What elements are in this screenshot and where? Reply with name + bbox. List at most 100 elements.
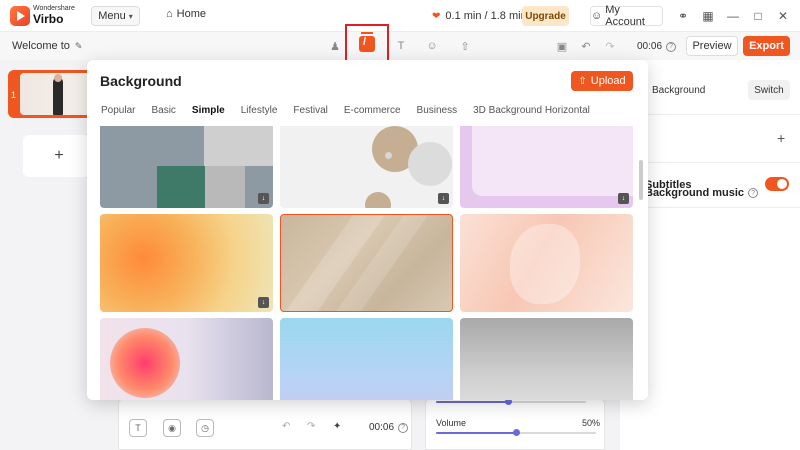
volume-slider[interactable] <box>436 429 596 436</box>
background-tile[interactable] <box>280 318 453 400</box>
upgrade-button[interactable]: Upgrade <box>522 6 569 26</box>
headset-icon[interactable]: ⚭ <box>675 8 691 24</box>
tile-shape <box>365 192 391 208</box>
background-tile-selected[interactable] <box>280 214 453 312</box>
script-redo-icon[interactable]: ↷ <box>307 421 315 432</box>
category-tab-popular[interactable]: Popular <box>101 105 135 116</box>
tile-shape <box>157 166 205 208</box>
background-tile[interactable]: ↓ <box>100 126 273 208</box>
audio-controls: Volume 50% <box>425 398 605 450</box>
script-undo-icon[interactable]: ↶ <box>282 421 290 432</box>
project-title-text: Welcome to <box>12 40 70 52</box>
background-dialog: Background ⇧ Upload Popular Basic Simple Li… <box>87 60 648 400</box>
pause-timer-icon[interactable]: ◷ <box>196 419 214 437</box>
brand-main: Virbo <box>33 12 64 26</box>
magic-wand-icon[interactable]: ✦ <box>333 421 341 432</box>
tile-shape <box>204 126 273 166</box>
duration-text: 00:06 <box>637 41 663 52</box>
grid-apps-icon[interactable]: ▦ <box>700 8 716 24</box>
volume-slider-handle[interactable] <box>513 429 520 436</box>
menu-button[interactable]: Menu ▾ <box>91 6 140 26</box>
preview-button[interactable]: Preview <box>686 36 738 56</box>
tile-shape <box>408 142 452 186</box>
subtitles-toggle[interactable] <box>765 177 789 191</box>
virbo-logo-icon <box>10 6 30 26</box>
credits-text: 0.1 min / 1.8 min <box>445 10 527 22</box>
menu-label: Menu <box>98 10 126 22</box>
undo-icon[interactable]: ↶ <box>577 37 595 55</box>
grid-scrollbar[interactable] <box>639 160 643 200</box>
download-icon[interactable]: ↓ <box>258 297 269 308</box>
rename-icon[interactable]: ✎ <box>75 41 83 52</box>
speed-slider[interactable] <box>436 398 586 405</box>
home-label: Home <box>176 8 206 20</box>
category-tab-basic[interactable]: Basic <box>151 105 175 116</box>
upload-tool-icon[interactable]: ⇧ <box>456 37 474 55</box>
category-tab-festival[interactable]: Festival <box>293 105 327 116</box>
volume-label: Volume <box>436 418 467 428</box>
brand-name: Wondershare Virbo <box>33 5 75 25</box>
chevron-down-icon: ▾ <box>128 11 133 21</box>
script-duration: 00:06 ? <box>369 422 409 433</box>
add-scene-button[interactable]: + <box>23 135 95 177</box>
avatar-figure <box>53 74 63 115</box>
minimize-icon[interactable]: — <box>725 8 741 24</box>
volume-slider-fill <box>436 432 516 434</box>
avatar-tool-icon[interactable]: ♟ <box>326 37 344 55</box>
home-icon: ⌂ <box>166 8 173 20</box>
tile-shape <box>472 126 633 196</box>
tile-shape <box>205 166 245 208</box>
brand-sub: Wondershare <box>33 5 75 12</box>
download-icon[interactable]: ↓ <box>258 193 269 204</box>
sticker-tool-icon[interactable]: ☺ <box>423 37 441 55</box>
background-tile[interactable] <box>460 318 633 400</box>
credits-display: ❤ 0.1 min / 1.8 min <box>432 10 527 22</box>
category-tabs: Popular Basic Simple Lifestyle Festival E-com… <box>101 105 606 116</box>
redo-icon[interactable]: ↷ <box>601 37 619 55</box>
background-tile[interactable] <box>100 318 273 400</box>
category-tab-e-commerce[interactable]: E-commerce <box>344 105 401 116</box>
scene-number: 1 <box>11 90 17 100</box>
category-tab-3d-background-horizontal[interactable]: 3D Background Horizontal <box>473 105 590 116</box>
background-tool-icon <box>359 32 375 52</box>
scene-preview-image <box>20 73 96 115</box>
script-duration-text: 00:06 <box>369 422 395 433</box>
my-account-label: My Account <box>605 4 645 28</box>
background-tile[interactable]: ↓ <box>280 126 453 208</box>
insert-text-icon[interactable]: T <box>129 419 147 437</box>
tile-shape <box>510 224 580 304</box>
switch-background-button[interactable]: Switch <box>748 80 790 100</box>
category-tab-simple[interactable]: Simple <box>192 105 225 116</box>
speed-slider-fill <box>436 401 508 403</box>
voice-icon[interactable]: ◉ <box>163 419 181 437</box>
user-icon: ☺ <box>591 10 603 22</box>
category-tab-business[interactable]: Business <box>417 105 458 116</box>
project-title[interactable]: Welcome to ✎ <box>12 40 82 52</box>
help-icon[interactable]: ? <box>666 41 677 52</box>
add-music-icon[interactable]: + <box>777 130 785 146</box>
text-tool-icon[interactable]: T <box>392 37 410 55</box>
script-help-icon[interactable]: ? <box>398 422 409 433</box>
save-icon[interactable]: ▣ <box>553 37 571 55</box>
upload-label: Upload <box>590 75 626 87</box>
category-tab-lifestyle[interactable]: Lifestyle <box>241 105 278 116</box>
duration-display: 00:06 ? <box>637 41 677 52</box>
upload-icon: ⇧ <box>578 75 587 87</box>
editor-toolbar: Welcome to ✎ ♟ T ☺ ⇧ ▣ ↶ ↷ 00:06 ? Previ… <box>0 32 800 60</box>
title-bar: Wondershare Virbo Menu ▾ ⌂ Home ❤ 0.1 mi… <box>0 0 800 32</box>
background-tile[interactable] <box>460 214 633 312</box>
export-button[interactable]: Export <box>743 36 790 56</box>
download-icon[interactable]: ↓ <box>438 193 449 204</box>
volume-value: 50% <box>582 418 601 428</box>
download-icon[interactable]: ↓ <box>618 193 629 204</box>
close-icon[interactable]: ✕ <box>775 8 791 24</box>
credit-heart-icon: ❤ <box>432 10 441 22</box>
upload-button[interactable]: ⇧ Upload <box>571 71 633 91</box>
maximize-icon[interactable]: □ <box>750 8 766 24</box>
background-tile[interactable]: ↓ <box>460 126 633 208</box>
home-button[interactable]: ⌂ Home <box>166 8 206 20</box>
subtitles-label: Subtitles <box>645 179 692 191</box>
script-controls: T ◉ ◷ ↶ ↷ ✦ 00:06 ? <box>118 398 412 450</box>
background-tile[interactable]: ↓ <box>100 214 273 312</box>
my-account-button[interactable]: ☺ My Account <box>590 4 663 28</box>
